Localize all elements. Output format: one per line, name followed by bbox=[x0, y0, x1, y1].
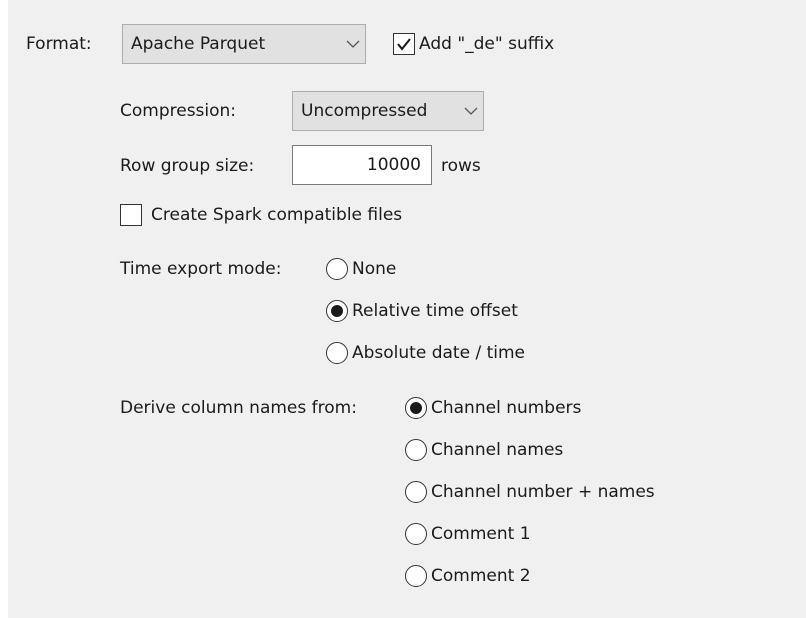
time-mode-none-radio[interactable] bbox=[326, 258, 348, 280]
column-names-channel-names-radio[interactable] bbox=[405, 439, 427, 461]
time-mode-absolute-label[interactable]: Absolute date / time bbox=[352, 342, 525, 364]
chevron-down-icon bbox=[459, 92, 483, 130]
row-group-size-label: Row group size: bbox=[120, 156, 255, 176]
column-names-channel-numbers-radio[interactable] bbox=[405, 397, 427, 419]
spark-compatible-label[interactable]: Create Spark compatible files bbox=[151, 204, 402, 226]
column-names-comment2-radio[interactable] bbox=[405, 565, 427, 587]
column-names-comment1-label[interactable]: Comment 1 bbox=[431, 523, 531, 545]
compression-label: Compression: bbox=[120, 101, 237, 121]
column-names-comment1-radio[interactable] bbox=[405, 523, 427, 545]
checkmark-icon bbox=[397, 38, 411, 51]
column-names-number-and-names-radio[interactable] bbox=[405, 481, 427, 503]
column-names-number-and-names-label[interactable]: Channel number + names bbox=[431, 481, 655, 503]
compression-dropdown[interactable]: Uncompressed bbox=[292, 91, 484, 131]
format-dropdown[interactable]: Apache Parquet bbox=[122, 24, 366, 64]
add-suffix-label[interactable]: Add "_de" suffix bbox=[419, 33, 554, 55]
column-names-channel-numbers-label[interactable]: Channel numbers bbox=[431, 397, 581, 419]
format-label: Format: bbox=[26, 34, 92, 54]
spark-compatible-checkbox[interactable] bbox=[120, 204, 142, 226]
format-dropdown-value: Apache Parquet bbox=[131, 34, 266, 54]
time-mode-none-label[interactable]: None bbox=[352, 258, 396, 280]
time-mode-relative-label[interactable]: Relative time offset bbox=[352, 300, 518, 322]
row-group-size-input[interactable]: 10000 bbox=[292, 145, 432, 185]
time-mode-relative-radio[interactable] bbox=[326, 300, 348, 322]
time-mode-absolute-radio[interactable] bbox=[326, 342, 348, 364]
add-suffix-checkbox[interactable] bbox=[393, 33, 415, 55]
column-names-channel-names-label[interactable]: Channel names bbox=[431, 439, 563, 461]
column-names-comment2-label[interactable]: Comment 2 bbox=[431, 565, 531, 587]
compression-dropdown-value: Uncompressed bbox=[301, 101, 428, 121]
chevron-down-icon bbox=[341, 25, 365, 63]
export-settings-panel: Format: Apache Parquet Add "_de" suffix … bbox=[8, 0, 806, 618]
derive-column-names-label: Derive column names from: bbox=[120, 398, 357, 418]
row-group-unit-label: rows bbox=[441, 156, 481, 176]
time-export-mode-label: Time export mode: bbox=[120, 259, 282, 279]
